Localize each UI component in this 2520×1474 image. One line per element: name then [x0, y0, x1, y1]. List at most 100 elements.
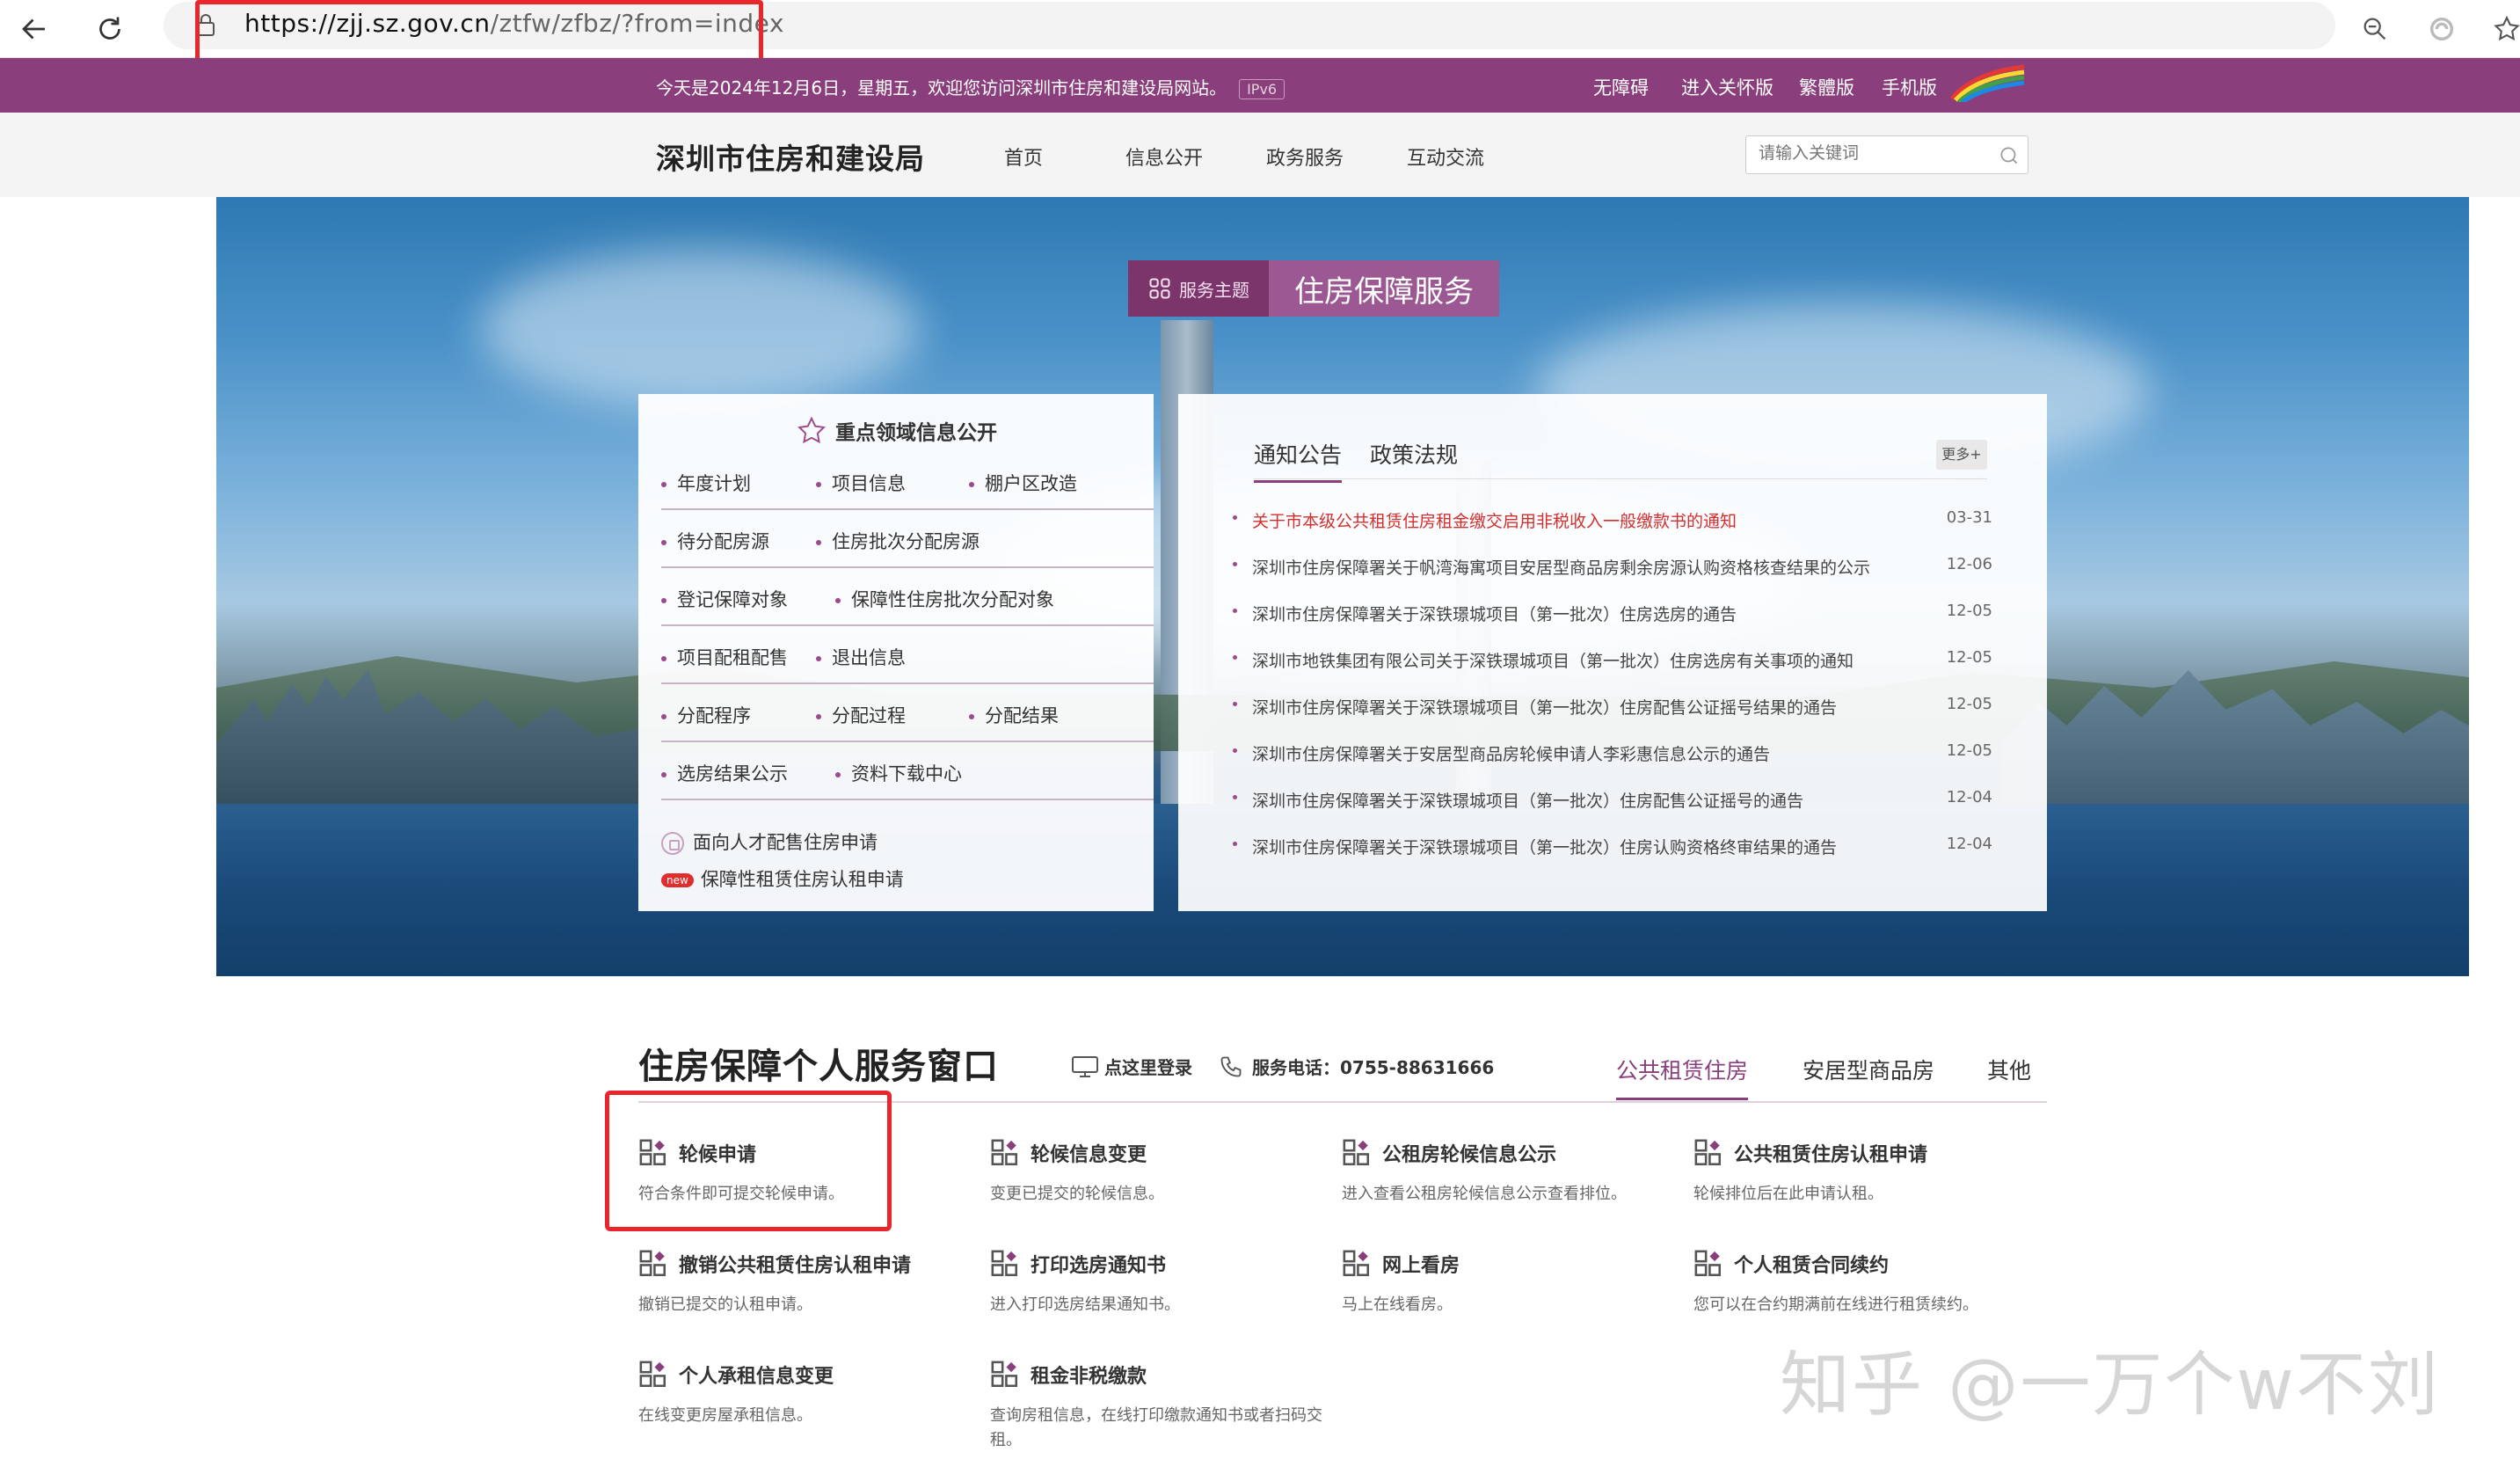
service-grid-icon — [639, 1361, 666, 1388]
news-item[interactable]: 深圳市住房保障署关于深铁璟城项目（第一批次）住房认购资格终审结果的通告 12-04 — [1233, 829, 1992, 865]
link-exit-info[interactable]: 退出信息 — [816, 644, 906, 670]
news-title[interactable]: 深圳市住房保障署关于帆湾海寓项目安居型商品房剩余房源认购资格核查结果的公示 — [1252, 555, 1870, 579]
service-name-text: 个人承租信息变更 — [679, 1366, 834, 1388]
service-name[interactable]: 个人租赁合同续约 — [1693, 1249, 1889, 1279]
link-project-info[interactable]: 项目信息 — [816, 470, 906, 496]
service-grid-icon — [1694, 1250, 1722, 1277]
service-name[interactable]: 轮候信息变更 — [990, 1138, 1147, 1168]
news-date: 12-06 — [1946, 555, 1992, 573]
service-grid-icon — [991, 1361, 1018, 1388]
site-title[interactable]: 深圳市住房和建设局 — [656, 135, 925, 178]
news-item[interactable]: 深圳市住房保障署关于深铁璟城项目（第一批次）住房选房的通告 12-05 — [1233, 596, 1992, 631]
tab-other[interactable]: 其他 — [1987, 1054, 2031, 1085]
link-allocation-process[interactable]: 分配过程 — [816, 702, 906, 728]
news-item[interactable]: 深圳市住房保障署关于安居型商品房轮候申请人李彩惠信息公示的通告 12-05 — [1233, 736, 1992, 771]
service-name[interactable]: 公租房轮候信息公示 — [1342, 1138, 1556, 1168]
watermark: 知乎 @一万个w不刘 — [1780, 1344, 2440, 1426]
link-annual-plan[interactable]: 年度计划 — [661, 470, 751, 496]
news-item[interactable]: 深圳市住房保障署关于深铁璟城项目（第一批次）住房配售公证摇号结果的通告 12-05 — [1233, 690, 1992, 725]
news-item[interactable]: 深圳市地铁集团有限公司关于深铁璟城项目（第一批次）住房选房有关事项的通知 12-0… — [1233, 643, 1992, 678]
link-row: 分配程序 分配过程 分配结果 — [661, 684, 1154, 742]
link-registered-recipients[interactable]: 登记保障对象 — [661, 586, 788, 612]
tab-notices[interactable]: 通知公告 — [1254, 438, 1343, 483]
favorite-star-icon[interactable] — [2485, 7, 2520, 51]
zoom-icon[interactable] — [2353, 7, 2397, 51]
hero-banner: 服务主题 住房保障服务 重点领域信息公开 年度计划 项目信息 棚户区改造 待分配… — [216, 197, 2469, 976]
link-batch-recipients[interactable]: 保障性住房批次分配对象 — [835, 586, 1054, 612]
more-button[interactable]: 更多+ — [1936, 440, 1987, 470]
waitlist-highlight-box — [605, 1091, 892, 1231]
cloud — [480, 250, 920, 408]
nav-info-disclosure[interactable]: 信息公开 — [1125, 142, 1203, 171]
accessibility-link[interactable]: 无障碍 — [1593, 74, 1649, 100]
service-theme-text: 服务主题 — [1179, 279, 1249, 301]
nav-interaction[interactable]: 互动交流 — [1407, 142, 1484, 171]
service-theme-label: 服务主题 — [1128, 260, 1269, 317]
tab-public-rental[interactable]: 公共租赁住房 — [1616, 1054, 1749, 1100]
service-desc: 轮候排位后在此申请认租。 — [1693, 1185, 1883, 1203]
service-name[interactable]: 撤销公共租赁住房认租申请 — [638, 1249, 911, 1279]
news-title[interactable]: 深圳市住房保障署关于深铁璟城项目（第一批次）住房配售公证摇号结果的通告 — [1252, 695, 1837, 719]
rainbow-logo[interactable] — [1948, 63, 2028, 105]
reload-icon[interactable] — [88, 7, 132, 51]
news-title[interactable]: 深圳市住房保障署关于深铁璟城项目（第一批次）住房配售公证摇号的通告 — [1252, 788, 1803, 812]
service-desc: 变更已提交的轮候信息。 — [990, 1185, 1164, 1203]
service-name[interactable]: 打印选房通知书 — [990, 1249, 1166, 1279]
service-name-text: 个人租赁合同续约 — [1734, 1255, 1890, 1277]
news-title[interactable]: 深圳市住房保障署关于深铁璟城项目（第一批次）住房认购资格终审结果的通告 — [1252, 835, 1837, 858]
top-info-bar: 今天是2024年12月6日，星期五，欢迎您访问深圳市住房和建设局网站。 IPv6 … — [0, 58, 2520, 113]
news-item[interactable]: 深圳市住房保障署关于深铁璟城项目（第一批次）住房配售公证摇号的通告 12-04 — [1233, 783, 1992, 818]
link-download-center[interactable]: 资料下载中心 — [835, 760, 962, 786]
link-row: 登记保障对象 保障性住房批次分配对象 — [661, 568, 1154, 626]
link-allocation-result[interactable]: 分配结果 — [969, 702, 1059, 728]
link-project-allocation[interactable]: 项目配租配售 — [661, 644, 788, 670]
service-name-text: 轮候信息变更 — [1031, 1144, 1147, 1166]
link-row: 待分配房源 住房批次分配房源 — [661, 510, 1154, 568]
news-title[interactable]: 深圳市地铁集团有限公司关于深铁璟城项目（第一批次）住房选房有关事项的通知 — [1252, 648, 1854, 672]
tab-affordable-housing[interactable]: 安居型商品房 — [1803, 1054, 1934, 1085]
nav-home[interactable]: 首页 — [1004, 142, 1043, 171]
tab-policies[interactable]: 政策法规 — [1370, 438, 1458, 470]
bullet-dot — [1233, 515, 1237, 520]
service-name[interactable]: 网上看房 — [1342, 1249, 1460, 1279]
link-row: 年度计划 项目信息 棚户区改造 — [661, 452, 1154, 510]
login-link[interactable]: 点这里登录 — [1071, 1054, 1192, 1079]
back-icon[interactable] — [12, 7, 56, 51]
talent-housing-link[interactable]: 面向人才配售住房申请 — [661, 828, 878, 855]
news-title[interactable]: 深圳市住房保障署关于安居型商品房轮候申请人李彩惠信息公示的通告 — [1252, 741, 1770, 765]
news-title[interactable]: 关于市本级公共租赁住房租金缴交启用非税收入一般缴款书的通知 — [1252, 508, 1737, 532]
link-allocation-procedure[interactable]: 分配程序 — [661, 702, 751, 728]
link-pending-housing[interactable]: 待分配房源 — [661, 528, 769, 554]
link-batch-housing[interactable]: 住房批次分配房源 — [816, 528, 980, 554]
site-search-input[interactable] — [1759, 143, 1978, 163]
service-name[interactable]: 个人承租信息变更 — [638, 1360, 834, 1390]
news-title[interactable]: 深圳市住房保障署关于深铁璟城项目（第一批次）住房选房的通告 — [1252, 602, 1737, 625]
service-grid-icon — [1343, 1139, 1370, 1166]
bullet-dot — [1233, 748, 1237, 753]
service-grid-icon — [1694, 1139, 1722, 1166]
nav-government-services[interactable]: 政务服务 — [1266, 142, 1344, 171]
grid-icon — [1149, 278, 1170, 299]
mobile-version-link[interactable]: 手机版 — [1882, 74, 1937, 100]
service-desc: 进入打印选房结果通知书。 — [990, 1295, 1180, 1314]
site-header: 深圳市住房和建设局 首页 信息公开 政务服务 互动交流 — [0, 113, 2520, 197]
site-search-box — [1745, 135, 2028, 174]
services-title: 住房保障个人服务窗口 — [638, 1047, 999, 1087]
service-name[interactable]: 租金非税缴款 — [990, 1360, 1147, 1390]
service-grid-icon — [991, 1139, 1018, 1166]
browser-extension-icon[interactable] — [2420, 7, 2464, 51]
link-shantytown-renovation[interactable]: 棚户区改造 — [969, 470, 1077, 496]
care-mode-link[interactable]: 进入关怀版 — [1681, 74, 1773, 100]
new-badge: new — [661, 873, 694, 887]
rental-application-link[interactable]: new 保障性租赁住房认租申请 — [661, 865, 904, 892]
news-date: 12-04 — [1946, 835, 1992, 853]
service-name[interactable]: 公共租赁住房认租申请 — [1693, 1138, 1927, 1168]
service-grid-icon — [1343, 1250, 1370, 1277]
link-selection-result[interactable]: 选房结果公示 — [661, 760, 788, 786]
phone-icon — [1220, 1056, 1242, 1076]
tab-divider — [1254, 478, 1987, 479]
news-item[interactable]: 关于市本级公共租赁住房租金缴交启用非税收入一般缴款书的通知 03-31 — [1233, 503, 1992, 538]
search-icon[interactable] — [1998, 144, 2021, 171]
news-item[interactable]: 深圳市住房保障署关于帆湾海寓项目安居型商品房剩余房源认购资格核查结果的公示 12-… — [1233, 550, 1992, 585]
traditional-chinese-link[interactable]: 繁體版 — [1799, 74, 1854, 100]
